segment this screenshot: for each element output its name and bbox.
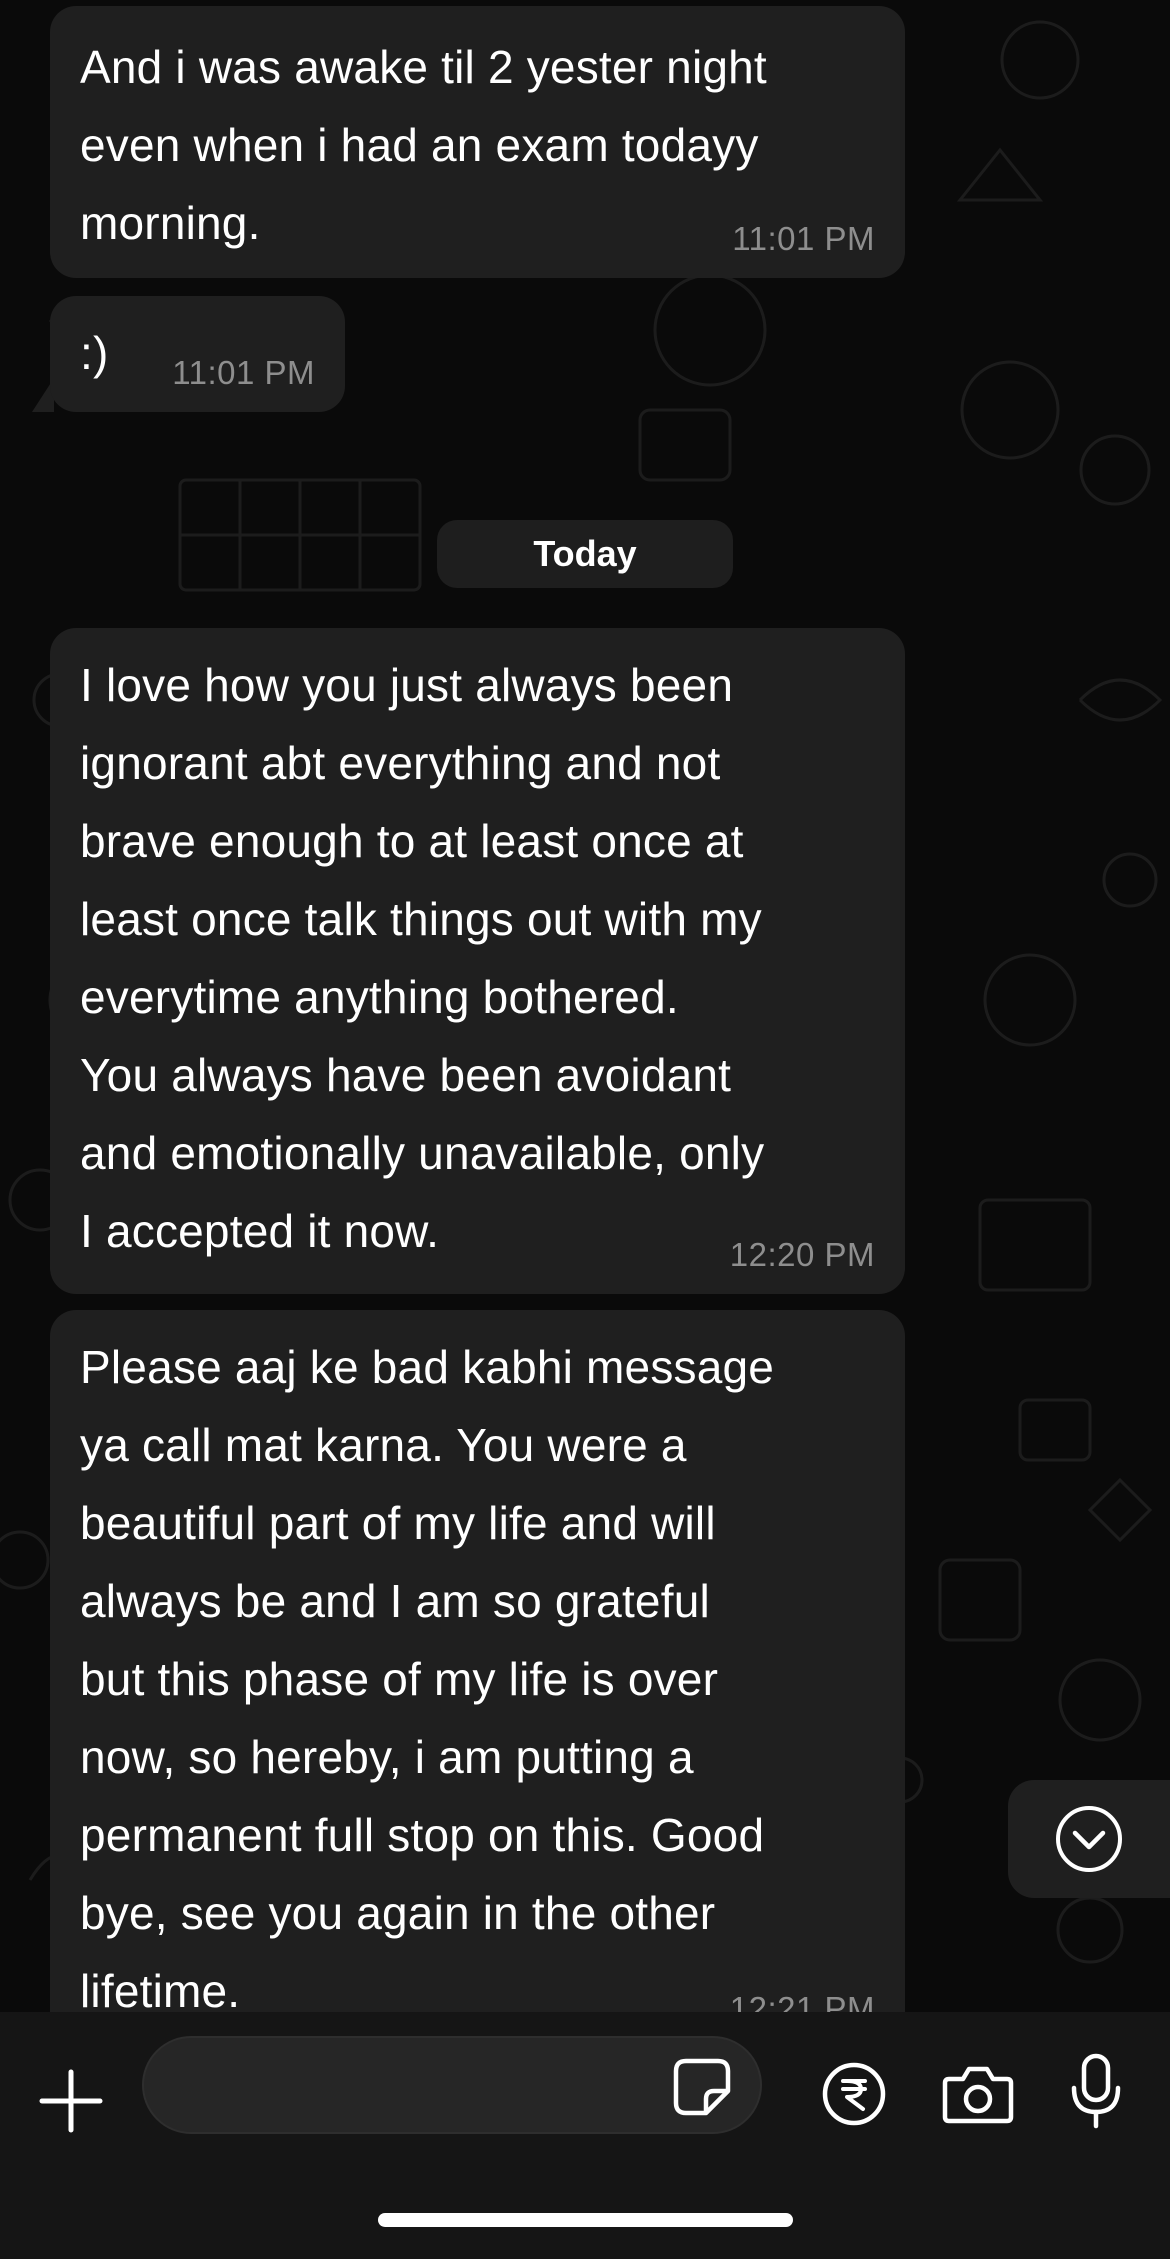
message-timestamp: 11:01 PM xyxy=(172,354,315,391)
message-bubble[interactable]: And i was awake til 2 yester night even … xyxy=(50,6,905,278)
camera-icon xyxy=(942,2066,1014,2124)
attach-button[interactable] xyxy=(30,2060,112,2142)
camera-button[interactable] xyxy=(938,2056,1018,2132)
home-indicator xyxy=(378,2213,793,2227)
payment-button[interactable] xyxy=(818,2058,890,2130)
message-bubble[interactable]: I love how you just always been ignorant… xyxy=(50,628,905,1294)
sticker-icon xyxy=(673,2058,731,2116)
sticker-button[interactable] xyxy=(667,2052,737,2122)
message-text: I love how you just always been ignorant… xyxy=(80,659,765,1257)
rupee-icon xyxy=(822,2062,886,2126)
chevron-down-icon xyxy=(1056,1806,1122,1872)
scroll-to-bottom-button[interactable] xyxy=(1008,1780,1170,1898)
message-input[interactable] xyxy=(174,2038,678,2134)
message-timestamp: 12:21 PM xyxy=(729,1990,875,2012)
message-text: Please aaj ke bad kabhi message ya call … xyxy=(80,1341,775,2012)
plus-icon xyxy=(39,2069,103,2133)
message-text: :) xyxy=(80,327,109,379)
chat-screen: And i was awake til 2 yester night even … xyxy=(0,0,1170,2259)
microphone-icon xyxy=(1071,2053,1121,2129)
voice-message-button[interactable] xyxy=(1058,2046,1134,2136)
message-text: And i was awake til 2 yester night even … xyxy=(80,41,767,249)
message-bubble[interactable]: Please aaj ke bad kabhi message ya call … xyxy=(50,1310,905,2012)
message-bubble[interactable]: :) 11:01 PM xyxy=(50,296,345,412)
message-timestamp: 12:20 PM xyxy=(729,1236,875,1273)
composer-bar xyxy=(0,2012,1170,2259)
date-divider: Today xyxy=(437,520,733,588)
message-timestamp: 11:01 PM xyxy=(732,220,875,257)
message-list[interactable]: And i was awake til 2 yester night even … xyxy=(0,0,1170,2012)
